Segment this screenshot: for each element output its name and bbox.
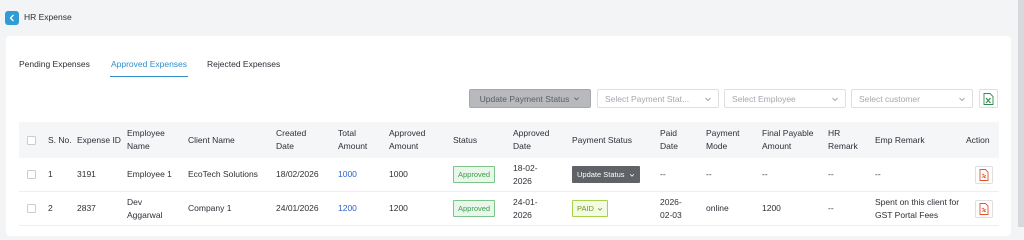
col-emp-remark: Emp Remark [875, 134, 925, 145]
update-status-dropdown[interactable]: Update Status [572, 166, 640, 183]
status-badge: Approved [453, 166, 496, 183]
update-payment-status-label: Update Payment Status [479, 93, 570, 104]
tab-approved-expenses[interactable]: Approved Expenses [110, 56, 188, 77]
scrollbar[interactable] [1018, 0, 1024, 227]
col-sno: S. No. [48, 134, 72, 145]
col-client-name: Client Name [188, 134, 235, 145]
tab-rejected-expenses[interactable]: Rejected Expenses [207, 56, 280, 76]
col-hr-remark: HR Remark [828, 128, 858, 151]
cell-client-name: EcoTech Solutions [188, 169, 258, 179]
chevron-down-icon [705, 97, 711, 102]
cell-final-payable: 1200 [762, 203, 781, 213]
row-checkbox[interactable] [27, 170, 36, 179]
cell-created-date: 24/01/2026 [276, 203, 319, 213]
table-row: 2 2837 Dev Aggarwal Company 1 24/01/2026… [19, 192, 999, 226]
row-checkbox[interactable] [27, 204, 36, 213]
col-status: Status [453, 134, 478, 145]
content-card: Pending Expenses Approved Expenses Rejec… [6, 36, 1011, 236]
cell-sno: 2 [48, 203, 53, 213]
cell-total-amount-link[interactable]: 1200 [338, 192, 357, 225]
update-status-label: Update Status [577, 170, 625, 179]
view-pdf-button[interactable] [975, 165, 993, 184]
paid-status-dropdown[interactable]: PAID [572, 200, 608, 217]
table-header: S. No. Expense ID Employee Name Client N… [19, 122, 999, 158]
status-badge: Approved [453, 200, 496, 217]
chevron-down-icon [832, 97, 838, 102]
cell-client-name: Company 1 [188, 203, 232, 213]
col-expense-id: Expense ID [77, 134, 121, 145]
customer-placeholder: Select customer [859, 93, 920, 104]
cell-employee-name: Dev Aggarwal [127, 196, 163, 220]
back-button[interactable] [5, 11, 19, 25]
col-created-date: Created Date [276, 128, 307, 151]
cell-paid-date: 2026-02-03 [660, 196, 682, 220]
cell-approved-amount: 1200 [389, 203, 408, 213]
col-employee-name: Employee Name [127, 128, 165, 151]
employee-select[interactable]: Select Employee [724, 89, 846, 108]
cell-paid-date: -- [660, 169, 666, 179]
cell-payment-mode: online [706, 203, 729, 213]
pdf-icon [979, 202, 989, 215]
cell-approved-amount: 1000 [389, 169, 408, 179]
col-payment-status: Payment Status [572, 134, 633, 145]
select-all-checkbox[interactable] [27, 135, 36, 145]
cell-hr-remark: -- [828, 169, 834, 179]
top-bar: HR Expense [0, 0, 1024, 36]
col-paid-date: Paid Date [660, 128, 678, 151]
cell-sno: 1 [48, 169, 53, 179]
page-title: HR Expense [24, 12, 72, 22]
payment-status-select[interactable]: Select Payment Stat... [597, 89, 719, 108]
col-payment-mode: Payment Mode [706, 128, 740, 151]
tab-pending-expenses[interactable]: Pending Expenses [19, 56, 90, 76]
chevron-down-icon [574, 97, 580, 101]
cell-approved-date: 18-02-2026 [513, 162, 538, 186]
employee-placeholder: Select Employee [732, 93, 796, 104]
payment-status-placeholder: Select Payment Stat... [605, 93, 690, 104]
cell-expense-id: 2837 [77, 203, 96, 213]
col-approved-amount: Approved Amount [389, 128, 426, 151]
customer-select[interactable]: Select customer [851, 89, 973, 108]
col-total-amount: Total Amount [338, 128, 368, 151]
cell-approved-date: 24-01-2026 [513, 196, 538, 220]
cell-payment-mode: -- [706, 169, 712, 179]
col-action: Action [966, 134, 990, 145]
view-pdf-button[interactable] [975, 199, 993, 218]
cell-emp-remark: -- [875, 169, 881, 179]
cell-total-amount-link[interactable]: 1000 [338, 158, 357, 191]
excel-icon [983, 92, 994, 105]
chevron-down-icon [959, 97, 965, 102]
update-payment-status-button[interactable]: Update Payment Status [469, 89, 591, 108]
cell-final-payable: -- [762, 169, 768, 179]
cell-hr-remark: -- [828, 203, 834, 213]
pdf-icon [979, 168, 989, 181]
col-final-payable: Final Payable Amount [762, 128, 814, 151]
cell-employee-name: Employee 1 [127, 169, 172, 179]
cell-created-date: 18/02/2026 [276, 169, 319, 179]
chevron-left-icon [9, 14, 14, 22]
paid-status-label: PAID [577, 204, 594, 213]
chevron-down-icon [597, 207, 603, 211]
chevron-down-icon [629, 173, 634, 177]
table-row: 1 3191 Employee 1 EcoTech Solutions 18/0… [19, 158, 999, 192]
col-approved-date: Approved Date [513, 128, 550, 151]
export-excel-button[interactable] [979, 89, 998, 108]
cell-emp-remark: Spent on this client for GST Portal Fees [875, 196, 960, 220]
cell-expense-id: 3191 [77, 169, 96, 179]
